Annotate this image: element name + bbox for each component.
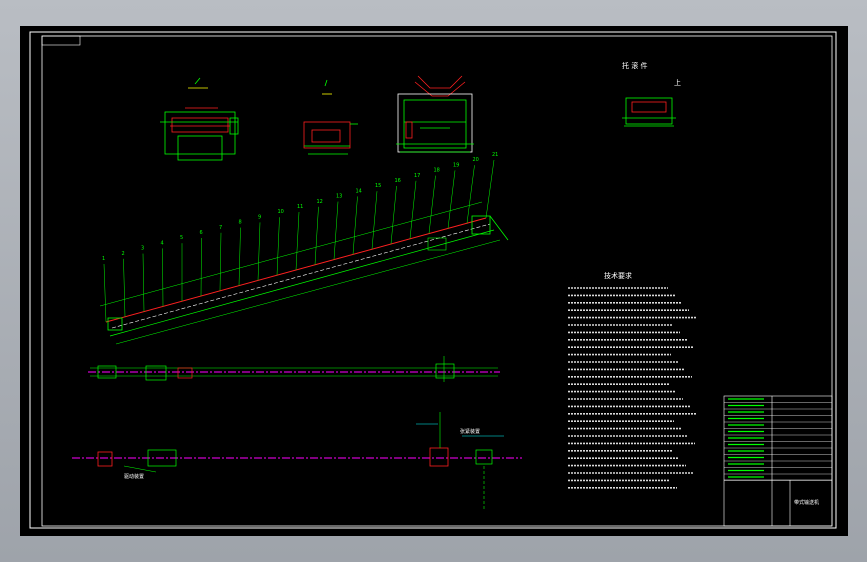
- part-number-15: 15: [375, 183, 381, 189]
- part-number-8: 8: [239, 220, 242, 226]
- leader-line-10: [276, 217, 280, 276]
- part-number-5: 5: [180, 235, 183, 241]
- part-number-3: 3: [141, 246, 144, 252]
- leader-line-3: [142, 253, 145, 312]
- part-number-14: 14: [356, 188, 362, 194]
- part-number-12: 12: [317, 199, 323, 205]
- belt-bottom: [111, 223, 491, 329]
- leader-line-7: [219, 232, 222, 291]
- end-view-idler: [396, 75, 474, 153]
- dim-line: [99, 201, 483, 307]
- leader-line-17: [409, 180, 417, 239]
- notes-title: 技术要求: [604, 271, 632, 280]
- parts-list: [724, 398, 832, 481]
- leader-line-11: [295, 211, 300, 271]
- tension-label: 张紧装置: [460, 428, 480, 435]
- part-number-21: 21: [492, 152, 498, 158]
- leader-line-20: [466, 165, 475, 224]
- frame-line: [109, 229, 495, 337]
- corner-tag: [41, 35, 81, 46]
- leader-line-14: [352, 196, 358, 255]
- drive-label: 驱动装置: [124, 473, 144, 480]
- leader-line-13: [333, 201, 339, 260]
- drive-section: [72, 412, 522, 510]
- head-drive: [471, 215, 491, 235]
- title-block-name: 带式输送机: [794, 499, 819, 506]
- part-number-2: 2: [122, 251, 125, 257]
- section-view-b: [303, 79, 358, 155]
- leader-line-2: [123, 258, 126, 317]
- leader-line-18: [428, 175, 436, 234]
- leader-line-4: [162, 248, 164, 307]
- part-number-9: 9: [258, 214, 261, 220]
- leader-line-9: [257, 222, 261, 281]
- leader-line-19: [447, 170, 456, 229]
- part-number-13: 13: [336, 194, 342, 200]
- leader-line-12: [314, 206, 319, 265]
- detail-caption-2: 上: [674, 78, 681, 87]
- leader-line-16: [390, 185, 397, 245]
- part-number-18: 18: [434, 168, 440, 174]
- technical-notes: [568, 287, 697, 489]
- leader-line-21: [485, 159, 495, 219]
- part-number-19: 19: [453, 162, 459, 168]
- part-number-17: 17: [414, 173, 420, 179]
- dim-line-2: [115, 239, 501, 345]
- cad-viewport[interactable]: 托 滚 件 上 1 2 3 4 5 6 7 8 9 10 11 12 13 14 15 16 17 18 19 20 2…: [0, 0, 867, 562]
- detail-view-right: [622, 97, 676, 127]
- section-view-a: [160, 77, 239, 161]
- outer-border: [29, 31, 837, 529]
- conveyor-elevation: [99, 201, 509, 345]
- leader-line-6: [200, 237, 202, 297]
- cad-drawing[interactable]: 托 滚 件 上 12345678910111213141516171819202…: [20, 26, 848, 536]
- part-number-6: 6: [200, 230, 203, 236]
- part-number-16: 16: [395, 178, 401, 184]
- plan-view: [88, 356, 500, 382]
- part-number-20: 20: [473, 157, 479, 163]
- part-number-10: 10: [278, 209, 284, 215]
- detail-caption: 托 滚 件: [622, 61, 647, 70]
- part-number-4: 4: [161, 240, 164, 246]
- leader-line-8: [238, 227, 241, 286]
- part-number-7: 7: [219, 225, 222, 231]
- leader-line-15: [371, 191, 378, 250]
- part-number-11: 11: [297, 204, 303, 210]
- part-leaders: 123456789101112131415161718192021: [102, 152, 498, 323]
- drawing-sheet[interactable]: 托 滚 件 上 1 2 3 4 5 6 7 8 9 10 11 12 13 14 15 16 17 18 19 20 2…: [20, 26, 848, 536]
- part-number-1: 1: [102, 256, 105, 262]
- leader-line-1: [103, 263, 107, 323]
- inner-border: [41, 35, 833, 527]
